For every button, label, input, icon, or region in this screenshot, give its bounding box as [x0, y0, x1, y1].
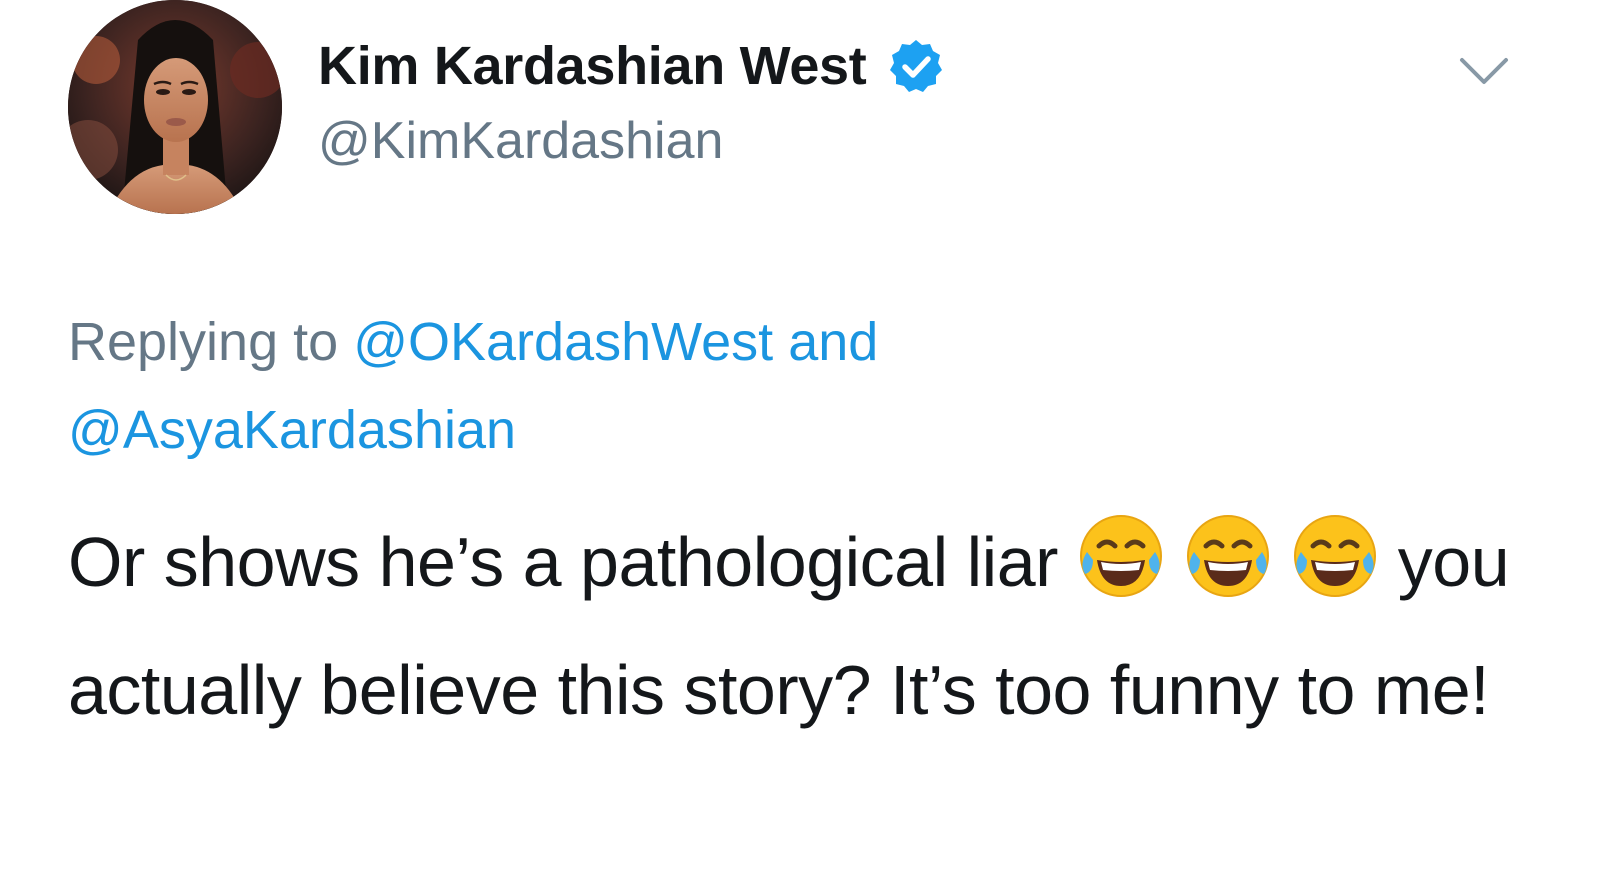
tweet-body: Or shows he’s a pathological liar you ac…: [68, 498, 1548, 754]
mention-link[interactable]: @AsyaKardashian: [68, 400, 516, 460]
reply-conjunction: and: [788, 312, 879, 372]
reply-prefix: Replying to: [68, 312, 339, 372]
reply-context: Replying to @OKardashWest and @AsyaKarda…: [68, 298, 1528, 474]
tweet-card: Kim Kardashian West @KimKardashian Reply…: [0, 0, 1600, 896]
avatar-photo-icon: [68, 0, 282, 214]
author-name-row: Kim Kardashian West: [318, 34, 944, 98]
verified-badge-icon: [888, 38, 944, 94]
chevron-down-icon[interactable]: [1456, 50, 1512, 90]
tweet-text-segment: Or shows he’s a pathological liar: [68, 523, 1058, 601]
author-avatar[interactable]: [68, 0, 282, 214]
tears-of-joy-icon: [1291, 512, 1379, 600]
mention-link[interactable]: @OKardashWest: [353, 312, 773, 372]
author-handle[interactable]: @KimKardashian: [318, 110, 723, 172]
author-display-name[interactable]: Kim Kardashian West: [318, 34, 867, 98]
tears-of-joy-icon: [1184, 512, 1272, 600]
tears-of-joy-icon: [1077, 512, 1165, 600]
